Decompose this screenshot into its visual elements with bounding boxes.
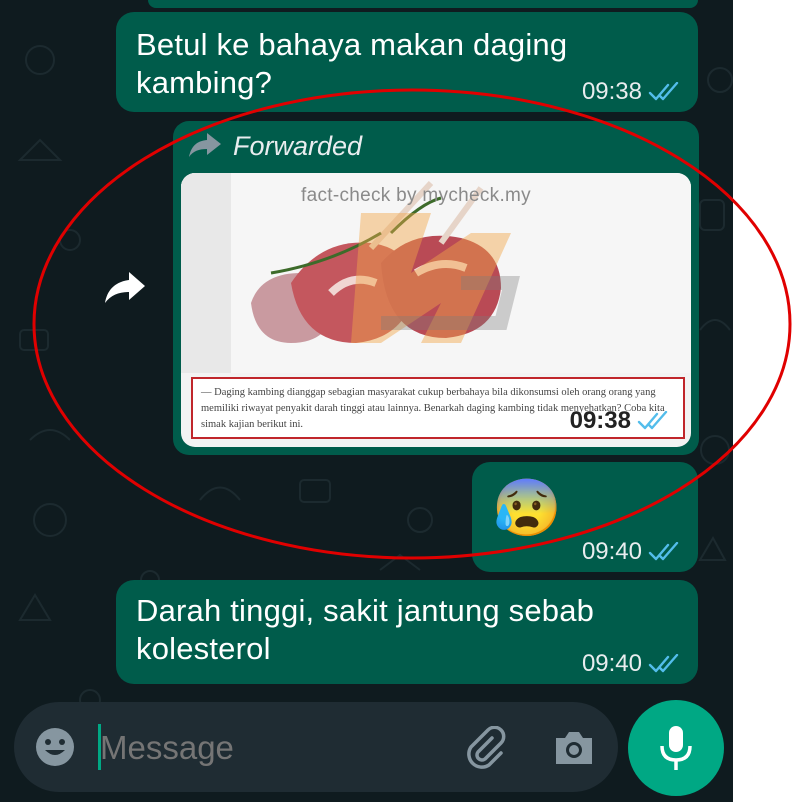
message-bubble[interactable]: Betul ke bahaya makan daging kambing? 09…: [116, 12, 698, 112]
previous-message-bubble: [148, 0, 698, 8]
shared-image[interactable]: fact-check by mycheck.my — Daging kambin…: [181, 173, 691, 447]
forwarded-label: Forwarded: [233, 131, 363, 161]
message-time: 09:38: [581, 78, 642, 105]
message-time: 09:40: [581, 538, 642, 565]
right-margin: [733, 0, 794, 802]
forwarded-arrow-icon: [189, 133, 221, 157]
mic-icon: [660, 726, 692, 770]
double-check-icon: [648, 542, 679, 561]
emoji-icon[interactable]: [34, 726, 76, 768]
camera-icon[interactable]: [552, 728, 596, 768]
image-meta: 09:38: [570, 407, 669, 435]
double-check-icon: [648, 82, 679, 101]
image-watermark: fact-check by mycheck.my: [301, 185, 531, 206]
message-input[interactable]: [98, 720, 432, 776]
mic-button[interactable]: [628, 700, 724, 796]
message-meta: 09:40: [582, 650, 680, 678]
message-input-bar[interactable]: [14, 702, 618, 792]
message-text: Betul ke bahaya makan daging kambing?: [136, 27, 568, 100]
message-meta: 09:40: [582, 538, 680, 566]
message-bubble[interactable]: Darah tinggi, sakit jantung sebab kolest…: [116, 580, 698, 684]
double-check-icon: [637, 411, 668, 430]
message-text: Darah tinggi, sakit jantung sebab kolest…: [136, 593, 595, 666]
paperclip-icon[interactable]: [462, 726, 506, 770]
double-check-icon: [648, 654, 679, 673]
forward-icon[interactable]: [103, 270, 147, 306]
sticker-emoji: 😰: [492, 476, 562, 539]
message-time: 09:40: [581, 650, 642, 677]
forwarded-image-bubble[interactable]: Forwarded fact-check by mycheck.my — Dag…: [173, 121, 699, 455]
emoji-message-bubble[interactable]: 😰 09:40: [472, 462, 698, 572]
message-meta: 09:38: [582, 78, 680, 106]
message-time: 09:38: [569, 407, 631, 434]
